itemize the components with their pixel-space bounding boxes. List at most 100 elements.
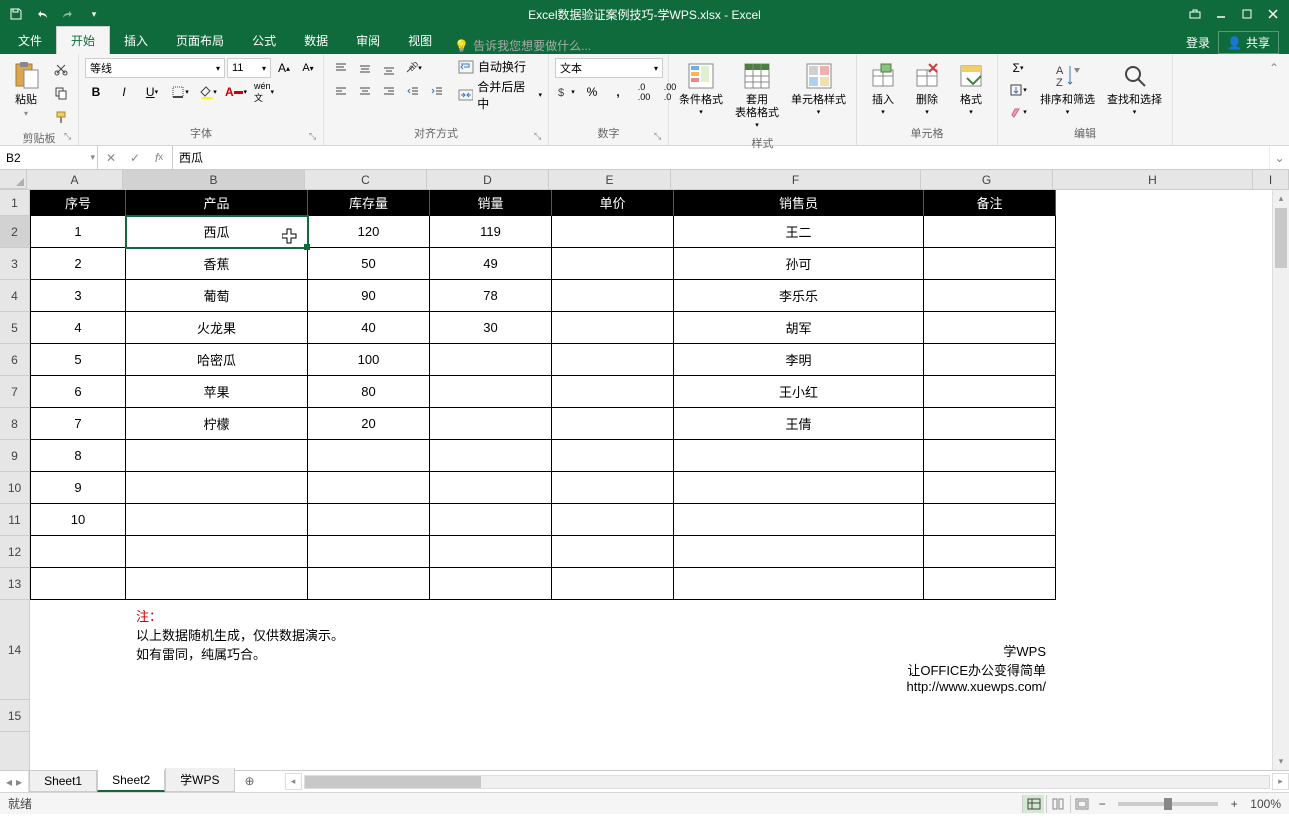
column-header-H[interactable]: H <box>1053 170 1253 189</box>
tab-insert[interactable]: 插入 <box>110 27 162 54</box>
row-header-8[interactable]: 8 <box>0 408 29 440</box>
cell[interactable] <box>924 312 1056 344</box>
cell[interactable] <box>126 504 308 536</box>
cell[interactable]: 序号 <box>30 190 126 216</box>
cell[interactable]: 葡萄 <box>126 280 308 312</box>
row-header-9[interactable]: 9 <box>0 440 29 472</box>
insert-function-button[interactable]: fx <box>150 149 168 167</box>
cell[interactable] <box>674 504 924 536</box>
row-header-14[interactable]: 14 <box>0 600 29 700</box>
cell[interactable] <box>924 248 1056 280</box>
redo-icon[interactable] <box>56 2 80 26</box>
cell[interactable] <box>308 536 430 568</box>
orientation-button[interactable]: ab▾ <box>402 58 424 78</box>
row-header-1[interactable]: 1 <box>0 190 29 216</box>
row-header-13[interactable]: 13 <box>0 568 29 600</box>
merge-center-button[interactable]: 合并后居中 ▾ <box>458 78 542 112</box>
accounting-button[interactable]: $▾ <box>555 82 577 102</box>
cell[interactable]: 49 <box>430 248 552 280</box>
format-cells-button[interactable]: 格式▾ <box>951 58 991 120</box>
qat-customize-icon[interactable]: ▾ <box>82 2 106 26</box>
enter-formula-button[interactable]: ✓ <box>126 149 144 167</box>
cell[interactable]: 3 <box>30 280 126 312</box>
cell[interactable]: 5 <box>30 344 126 376</box>
tab-review[interactable]: 审阅 <box>342 27 394 54</box>
cell[interactable] <box>924 280 1056 312</box>
cell[interactable] <box>308 568 430 600</box>
cell[interactable] <box>674 536 924 568</box>
autosum-button[interactable]: Σ▾ <box>1004 58 1032 78</box>
cell[interactable]: 火龙果 <box>126 312 308 344</box>
phonetic-button[interactable]: wén文▾ <box>253 82 275 102</box>
sheet-tab-Sheet2[interactable]: Sheet2 <box>97 770 165 792</box>
row-header-4[interactable]: 4 <box>0 280 29 312</box>
cell[interactable]: 20 <box>308 408 430 440</box>
clipboard-dialog-launcher[interactable]: ⤡ <box>64 131 76 143</box>
tab-view[interactable]: 视图 <box>394 27 446 54</box>
tab-layout[interactable]: 页面布局 <box>162 27 238 54</box>
cell[interactable] <box>552 312 674 344</box>
cell[interactable]: 80 <box>308 376 430 408</box>
column-header-E[interactable]: E <box>549 170 671 189</box>
cell[interactable] <box>552 504 674 536</box>
increase-decimal-button[interactable]: .0.00 <box>633 82 655 102</box>
fill-button[interactable]: ▾ <box>1004 80 1032 100</box>
view-page-layout-button[interactable] <box>1046 795 1068 813</box>
tab-data[interactable]: 数据 <box>290 27 342 54</box>
row-header-5[interactable]: 5 <box>0 312 29 344</box>
font-size-combo[interactable]: 11▾ <box>227 58 271 78</box>
cell[interactable] <box>430 472 552 504</box>
cell[interactable] <box>126 536 308 568</box>
cell[interactable]: 40 <box>308 312 430 344</box>
tell-me-search[interactable]: 💡 告诉我您想要做什么... <box>446 37 599 54</box>
row-header-7[interactable]: 7 <box>0 376 29 408</box>
minimize-icon[interactable] <box>1209 2 1233 26</box>
column-header-A[interactable]: A <box>27 170 123 189</box>
sort-filter-button[interactable]: AZ排序和筛选▾ <box>1036 58 1099 120</box>
copy-button[interactable] <box>50 83 72 103</box>
column-header-F[interactable]: F <box>671 170 921 189</box>
insert-cells-button[interactable]: 插入▾ <box>863 58 903 120</box>
cell[interactable] <box>430 376 552 408</box>
cell[interactable]: 香蕉 <box>126 248 308 280</box>
cell[interactable] <box>924 536 1056 568</box>
cell[interactable] <box>552 568 674 600</box>
cell[interactable]: 78 <box>430 280 552 312</box>
note-left[interactable]: 注：以上数据随机生成，仅供数据演示。如有雷同，纯属巧合。 <box>30 600 552 700</box>
cell[interactable] <box>430 504 552 536</box>
align-center-button[interactable] <box>354 81 376 101</box>
sheet-nav-prev[interactable]: ◂ <box>6 775 12 789</box>
cell[interactable] <box>674 440 924 472</box>
cancel-formula-button[interactable]: ✕ <box>102 149 120 167</box>
cell[interactable] <box>924 440 1056 472</box>
cell[interactable] <box>674 472 924 504</box>
save-icon[interactable] <box>4 2 28 26</box>
share-button[interactable]: 👤 共享 <box>1218 31 1279 54</box>
tab-home[interactable]: 开始 <box>56 26 110 54</box>
ribbon-options-icon[interactable] <box>1183 2 1207 26</box>
cell[interactable]: 9 <box>30 472 126 504</box>
cell[interactable]: 100 <box>308 344 430 376</box>
cell[interactable] <box>552 440 674 472</box>
cell[interactable]: 王二 <box>674 216 924 248</box>
cell[interactable] <box>924 472 1056 504</box>
undo-icon[interactable] <box>30 2 54 26</box>
close-icon[interactable] <box>1261 2 1285 26</box>
cell[interactable]: 2 <box>30 248 126 280</box>
cell[interactable] <box>552 536 674 568</box>
cell[interactable] <box>552 248 674 280</box>
cell[interactable] <box>126 472 308 504</box>
cell[interactable]: 西瓜 <box>126 216 308 248</box>
bold-button[interactable]: B <box>85 82 107 102</box>
conditional-format-button[interactable]: 条件格式▾ <box>675 58 727 120</box>
cell[interactable] <box>552 280 674 312</box>
cell[interactable]: 李乐乐 <box>674 280 924 312</box>
paste-button[interactable]: 粘贴 ▾ <box>6 58 46 121</box>
cell[interactable]: 30 <box>430 312 552 344</box>
maximize-icon[interactable] <box>1235 2 1259 26</box>
cell[interactable] <box>430 568 552 600</box>
number-dialog-launcher[interactable]: ⤡ <box>654 131 666 143</box>
cut-button[interactable] <box>50 59 72 79</box>
column-header-D[interactable]: D <box>427 170 549 189</box>
cell[interactable] <box>308 504 430 536</box>
